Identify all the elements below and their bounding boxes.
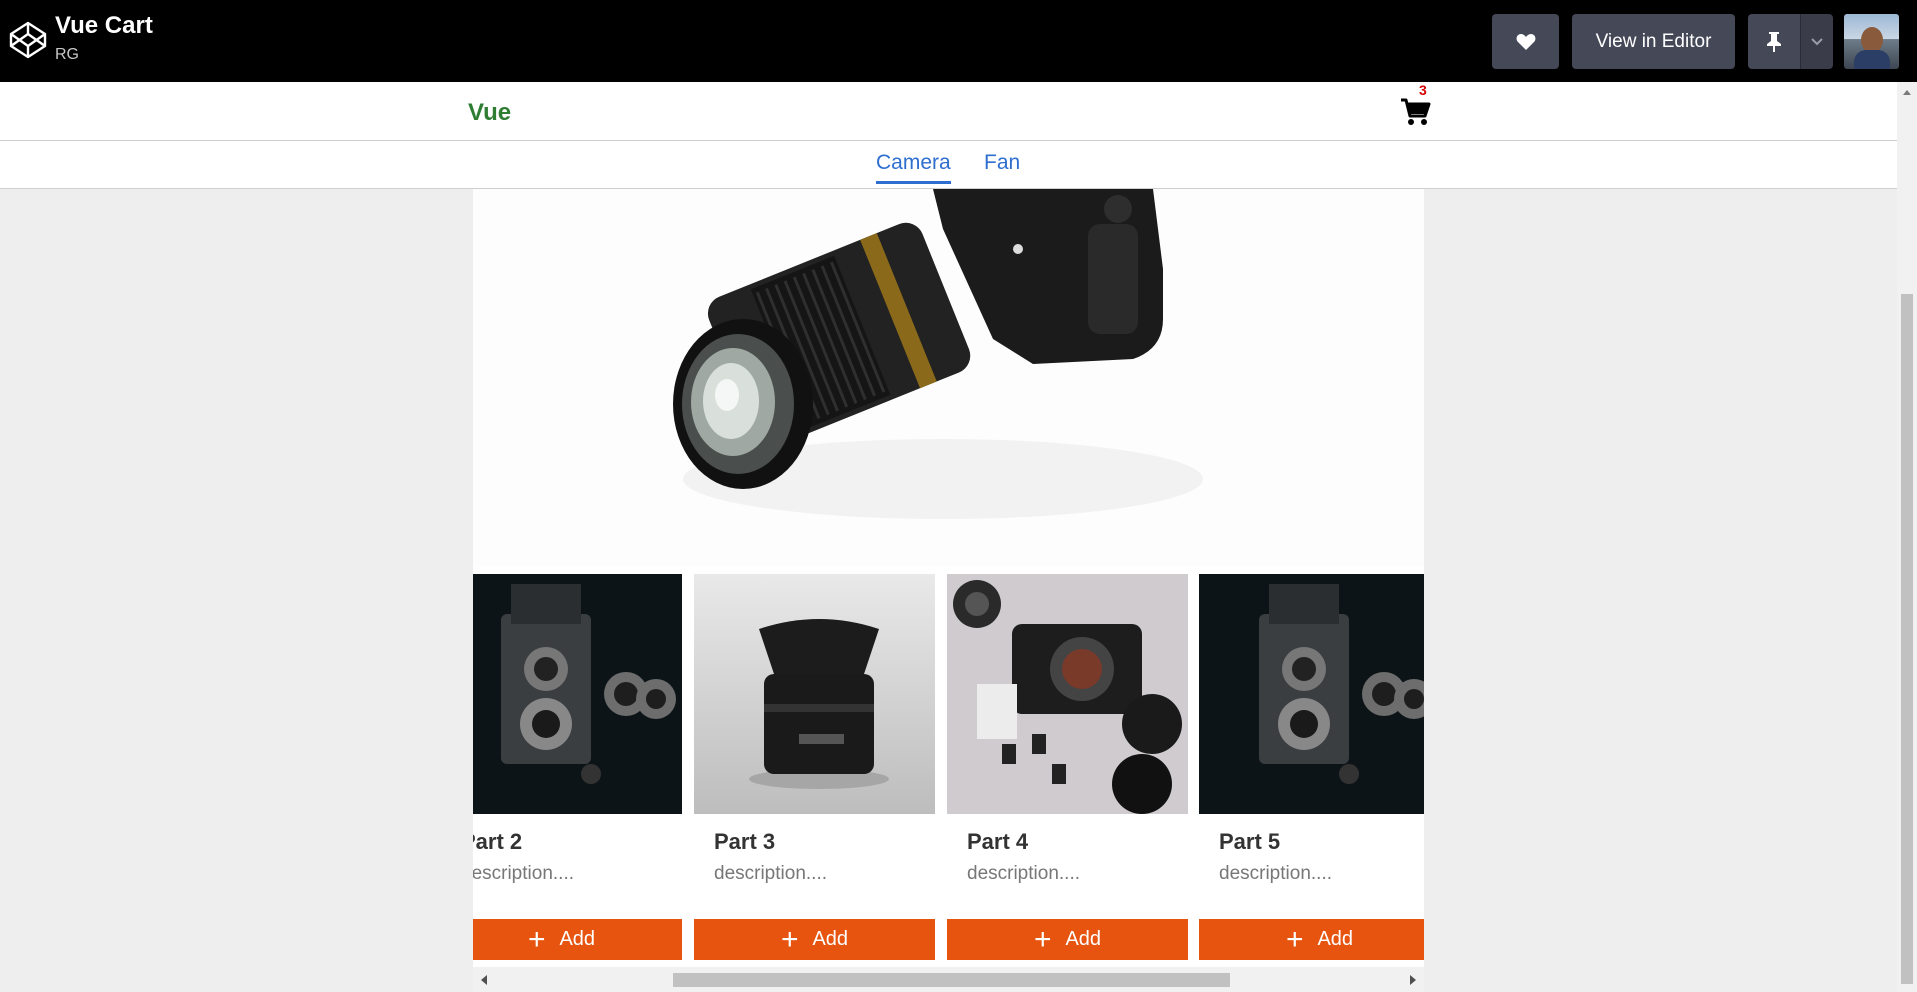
pen-author[interactable]: RG	[55, 46, 79, 64]
product-description: description....	[714, 863, 827, 884]
vertical-scrollbar[interactable]	[1897, 82, 1917, 992]
pin-icon	[1767, 31, 1781, 52]
product-description: description....	[967, 863, 1080, 884]
app-navbar: Vue 3	[0, 82, 1897, 141]
view-in-editor-button[interactable]: View in Editor	[1572, 14, 1735, 69]
add-button-label: Add	[1065, 928, 1102, 950]
product-name: Part 3	[714, 829, 776, 854]
pen-title: Vue Cart	[55, 12, 153, 39]
avatar-body	[1854, 50, 1890, 69]
user-avatar[interactable]	[1844, 14, 1899, 69]
brand-logo[interactable]: Vue	[468, 99, 511, 127]
tab-camera[interactable]: Camera	[876, 151, 951, 184]
product-carousel[interactable]: Part 2 description.... + Add	[473, 574, 1424, 982]
plus-icon: +	[780, 922, 799, 956]
scroll-right-arrow-icon[interactable]	[1410, 975, 1416, 985]
heart-icon	[1516, 33, 1535, 50]
product-card: Part 5 description.... + Add	[1199, 574, 1424, 960]
plus-icon: +	[527, 922, 546, 956]
scroll-left-arrow-icon[interactable]	[481, 975, 487, 985]
scroll-up-arrow-icon[interactable]	[1903, 90, 1911, 95]
cart-icon[interactable]	[1398, 94, 1432, 128]
product-image-camera-kit	[947, 574, 1188, 814]
add-button-label: Add	[1317, 928, 1354, 950]
product-content: Part 2 description.... + Add	[473, 189, 1424, 992]
cart-count-badge: 3	[1419, 82, 1427, 98]
add-to-cart-button[interactable]: + Add	[473, 919, 682, 960]
chevron-down-icon	[1811, 37, 1823, 45]
product-image-twin-lens-camera	[473, 574, 682, 814]
codepen-logo-icon[interactable]	[8, 20, 48, 60]
like-button[interactable]	[1492, 14, 1559, 69]
product-card: Part 2 description.... + Add	[473, 574, 682, 960]
horizontal-scroll-thumb[interactable]	[673, 973, 1230, 987]
category-tabs: Camera Fan	[0, 141, 1897, 189]
preview-page: Vue 3 Camera Fan art 2 escription.... + …	[0, 82, 1897, 992]
product-description: description....	[1219, 863, 1332, 884]
product-card: Part 3 description.... + Add	[694, 574, 935, 960]
product-name: Part 2	[473, 829, 523, 854]
add-button-label: Add	[812, 928, 849, 950]
product-description: description....	[473, 863, 574, 884]
vertical-scroll-thumb[interactable]	[1901, 294, 1913, 984]
product-card: Part 4 description.... + Add	[947, 574, 1188, 960]
tab-fan[interactable]: Fan	[984, 151, 1020, 181]
plus-icon: +	[1033, 922, 1052, 956]
product-name: Part 5	[1219, 829, 1281, 854]
add-to-cart-button[interactable]: + Add	[947, 919, 1188, 960]
product-name: Part 4	[967, 829, 1029, 854]
product-image-lens	[694, 574, 935, 814]
pin-dropdown-button[interactable]	[1800, 14, 1833, 69]
plus-icon: +	[1285, 922, 1304, 956]
codepen-header: Vue Cart RG View in Editor	[0, 0, 1917, 82]
horizontal-scrollbar[interactable]	[473, 967, 1424, 992]
add-to-cart-button[interactable]: + Add	[1199, 919, 1424, 960]
hero-camera-image	[473, 189, 1424, 567]
add-to-cart-button[interactable]: + Add	[694, 919, 935, 960]
product-image-twin-lens-camera	[1199, 574, 1424, 814]
add-button-label: Add	[559, 928, 596, 950]
pin-button[interactable]	[1748, 14, 1800, 69]
